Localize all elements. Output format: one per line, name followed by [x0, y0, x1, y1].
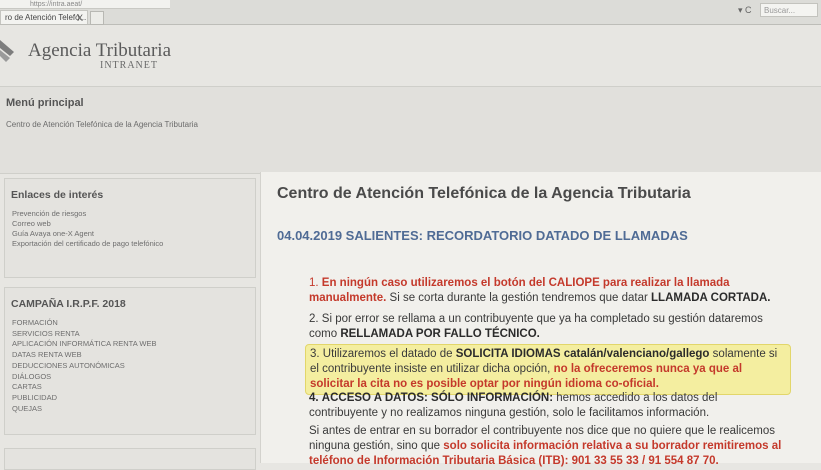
- item-number: 4.: [309, 392, 319, 404]
- campaign-item-servicios[interactable]: SERVICIOS RENTA: [12, 329, 156, 340]
- search-input[interactable]: Buscar...: [760, 3, 818, 17]
- item-3-code: SOLICITA IDIOMAS catalán/valenciano/gall…: [455, 348, 710, 360]
- notice-heading: 04.04.2019 SALIENTES: RECORDATORIO DATAD…: [277, 228, 688, 243]
- menu-link-call-center[interactable]: Centro de Atención Telefónica de la Agen…: [6, 120, 198, 129]
- notice-item-1: 1. En ningún caso utilizaremos el botón …: [309, 276, 789, 306]
- links-list: Prevención de riesgos Correo web Guía Av…: [12, 209, 163, 249]
- notice-item-2: 2. Si por error se rellama a un contribu…: [309, 312, 789, 342]
- link-item-avaya[interactable]: Guía Avaya one-X Agent: [12, 229, 163, 239]
- brand-subtitle: INTRANET: [100, 60, 158, 71]
- agency-logo-icon: [0, 40, 14, 62]
- main-menu: Menú principal Centro de Atención Telefó…: [0, 86, 821, 174]
- campaign-panel: CAMPAÑA I.R.P.F. 2018 FORMACIÓN SERVICIO…: [4, 287, 256, 435]
- link-item-prevencion[interactable]: Prevención de riesgos: [12, 209, 163, 219]
- item-number: 1.: [309, 277, 319, 289]
- campaign-list: FORMACIÓN SERVICIOS RENTA APLICACIÓN INF…: [12, 318, 156, 414]
- menu-title: Menú principal: [6, 97, 84, 109]
- campaign-item-dialogos[interactable]: DIÁLOGOS: [12, 372, 156, 383]
- campaign-item-datas[interactable]: DATAS RENTA WEB: [12, 350, 156, 361]
- campaign-item-deducciones[interactable]: DEDUCCIONES AUTONÓMICAS: [12, 361, 156, 372]
- campaign-item-cartas[interactable]: CARTAS: [12, 382, 156, 393]
- item-1-code: LLAMADA CORTADA.: [651, 292, 771, 304]
- item-4-code: ACCESO A DATOS: SÓLO INFORMACIÓN:: [321, 392, 554, 404]
- campaign-panel-title: CAMPAÑA I.R.P.F. 2018: [11, 298, 126, 310]
- item-1-text: Si se corta durante la gestión tendremos…: [389, 292, 648, 304]
- campaign-item-formacion[interactable]: FORMACIÓN: [12, 318, 156, 329]
- link-item-correo[interactable]: Correo web: [12, 219, 163, 229]
- item-2-code: RELLAMADA POR FALLO TÉCNICO.: [340, 328, 540, 340]
- new-tab-button[interactable]: [90, 11, 104, 25]
- item-3-text: 3. Utilizaremos el datado de: [310, 348, 453, 360]
- next-panel: [4, 448, 256, 470]
- main-content: Centro de Atención Telefónica de la Agen…: [260, 172, 821, 467]
- links-panel-title: Enlaces de interés: [11, 189, 104, 201]
- campaign-item-publicidad[interactable]: PUBLICIDAD: [12, 393, 156, 404]
- page-title: Centro de Atención Telefónica de la Agen…: [277, 185, 691, 202]
- link-item-certificado[interactable]: Exportación del certificado de pago tele…: [12, 239, 163, 249]
- address-bar[interactable]: https://intra.aeat/: [0, 0, 170, 9]
- notice-item-4: 4. ACCESO A DATOS: SÓLO INFORMACIÓN: hem…: [309, 391, 789, 421]
- notice-item-3-highlight: 3. Utilizaremos el datado de SOLICITA ID…: [305, 344, 791, 395]
- browser-toolbar: https://intra.aeat/ ro de Atención Telef…: [0, 0, 821, 25]
- notice-item-5: Si antes de entrar en su borrador el con…: [309, 424, 789, 469]
- reload-icon[interactable]: ▾ C: [738, 5, 752, 16]
- brand-name[interactable]: Agencia Tributaria: [28, 40, 171, 62]
- browser-tab[interactable]: ro de Atención Telefó... X: [0, 10, 88, 24]
- campaign-item-quejas[interactable]: QUEJAS: [12, 404, 156, 415]
- campaign-item-aplicacion[interactable]: APLICACIÓN INFORMÁTICA RENTA WEB: [12, 339, 156, 350]
- tab-close-icon[interactable]: X: [77, 11, 83, 24]
- links-panel: Enlaces de interés Prevención de riesgos…: [4, 178, 256, 278]
- tab-label: ro de Atención Telefó...: [5, 13, 87, 22]
